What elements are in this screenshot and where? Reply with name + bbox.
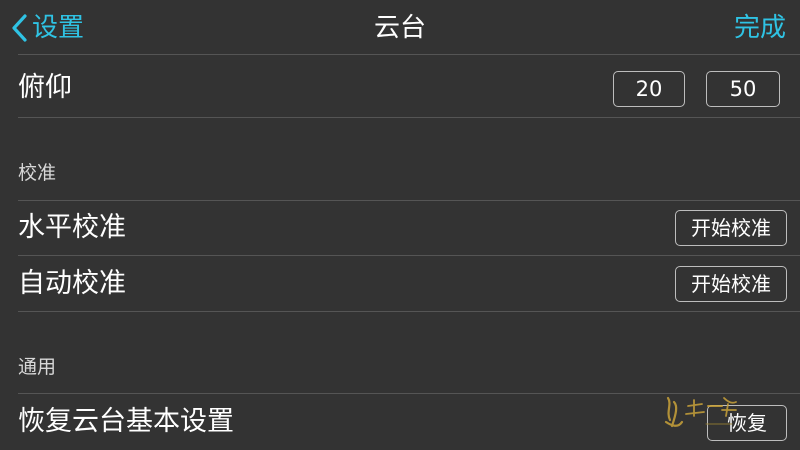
navigation-bar: 设置 云台 完成 bbox=[0, 0, 800, 54]
pitch-row: 俯仰 20 50 bbox=[0, 55, 800, 117]
calligraphy-watermark-icon bbox=[664, 396, 737, 428]
general-section-header: 通用 bbox=[18, 356, 57, 378]
horizontal-calibration-row: 水平校准 开始校准 bbox=[0, 201, 800, 255]
pitch-row-divider bbox=[18, 117, 800, 118]
gimbal-settings-screen: 设置 云台 完成 俯仰 20 50 校准 水平校准 开始校准 自动校准 开始校准… bbox=[0, 0, 800, 450]
pitch-value-input-1[interactable]: 20 bbox=[613, 71, 685, 107]
auto-calibration-divider bbox=[18, 311, 800, 312]
horizontal-calibration-start-button[interactable]: 开始校准 bbox=[675, 210, 787, 246]
page-title: 云台 bbox=[373, 13, 426, 43]
pitch-value-input-2[interactable]: 50 bbox=[706, 71, 780, 107]
auto-calibration-row: 自动校准 开始校准 bbox=[0, 256, 800, 311]
horizontal-calibration-label: 水平校准 bbox=[18, 212, 126, 243]
auto-calibration-start-button[interactable]: 开始校准 bbox=[675, 266, 787, 302]
calibration-section-header: 校准 bbox=[18, 162, 57, 184]
pitch-label: 俯仰 bbox=[18, 72, 72, 103]
reset-gimbal-label: 恢复云台基本设置 bbox=[18, 406, 234, 437]
auto-calibration-label: 自动校准 bbox=[18, 268, 126, 299]
done-button[interactable]: 完成 bbox=[734, 8, 786, 48]
